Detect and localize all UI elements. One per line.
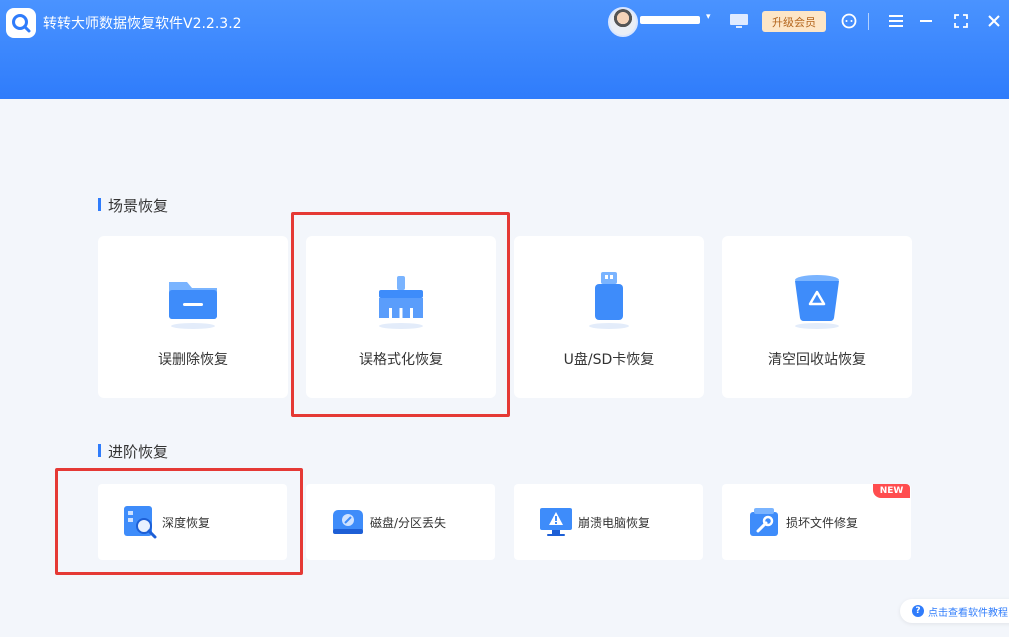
minimize-icon[interactable] [915, 10, 937, 32]
card-label: 磁盘/分区丢失 [370, 516, 447, 530]
tutorial-link[interactable]: ? 点击查看软件教程 [900, 599, 1009, 623]
monitor-icon[interactable] [729, 12, 749, 30]
highlight-box-deep [55, 468, 303, 575]
card-usb-sd-recovery[interactable]: U盘/SD卡恢复 [514, 236, 704, 398]
close-icon[interactable] [983, 10, 1005, 32]
title-bar: 转转大师数据恢复软件V2.2.3.2 ▾ 升级会员 [0, 0, 1009, 99]
help-icon: ? [912, 605, 924, 617]
chevron-down-icon[interactable]: ▾ [706, 12, 711, 22]
menu-icon[interactable] [885, 10, 907, 32]
folder-icon [169, 282, 217, 329]
section-title-advanced: 进阶恢复 [98, 441, 168, 462]
avatar[interactable] [608, 7, 638, 37]
username[interactable] [640, 16, 700, 24]
recycle-bin-icon [795, 275, 839, 329]
upgrade-vip-button[interactable]: 升级会员 [762, 11, 826, 32]
disk-icon [333, 510, 363, 534]
card-label: 崩溃电脑恢复 [578, 516, 651, 530]
card-label: 损坏文件修复 [786, 516, 859, 530]
card-disk-partition-lost[interactable]: 磁盘/分区丢失 [306, 484, 495, 560]
app-logo [6, 8, 36, 38]
section-title-scene: 场景恢复 [98, 195, 168, 216]
tutorial-link-label: 点击查看软件教程 [928, 607, 1008, 619]
card-label: 误删除恢复 [158, 352, 228, 368]
app-title: 转转大师数据恢复软件V2.2.3.2 [43, 16, 242, 32]
new-badge: NEW [873, 484, 910, 498]
file-repair-icon [750, 508, 778, 536]
card-recycle-bin-recovery[interactable]: 清空回收站恢复 [722, 236, 912, 398]
card-crashed-computer-recovery[interactable]: 崩溃电脑恢复 [514, 484, 703, 560]
customer-service-icon[interactable] [838, 10, 860, 32]
magnifier-logo-icon [12, 14, 31, 33]
maximize-icon[interactable] [950, 10, 972, 32]
crashed-computer-icon [540, 508, 572, 536]
usb-drive-icon [589, 272, 629, 329]
highlight-box-format [291, 212, 510, 417]
card-deleted-recovery[interactable]: 误删除恢复 [98, 236, 288, 398]
card-label: U盘/SD卡恢复 [563, 352, 655, 368]
header-divider [868, 13, 869, 30]
card-label: 清空回收站恢复 [768, 352, 866, 368]
